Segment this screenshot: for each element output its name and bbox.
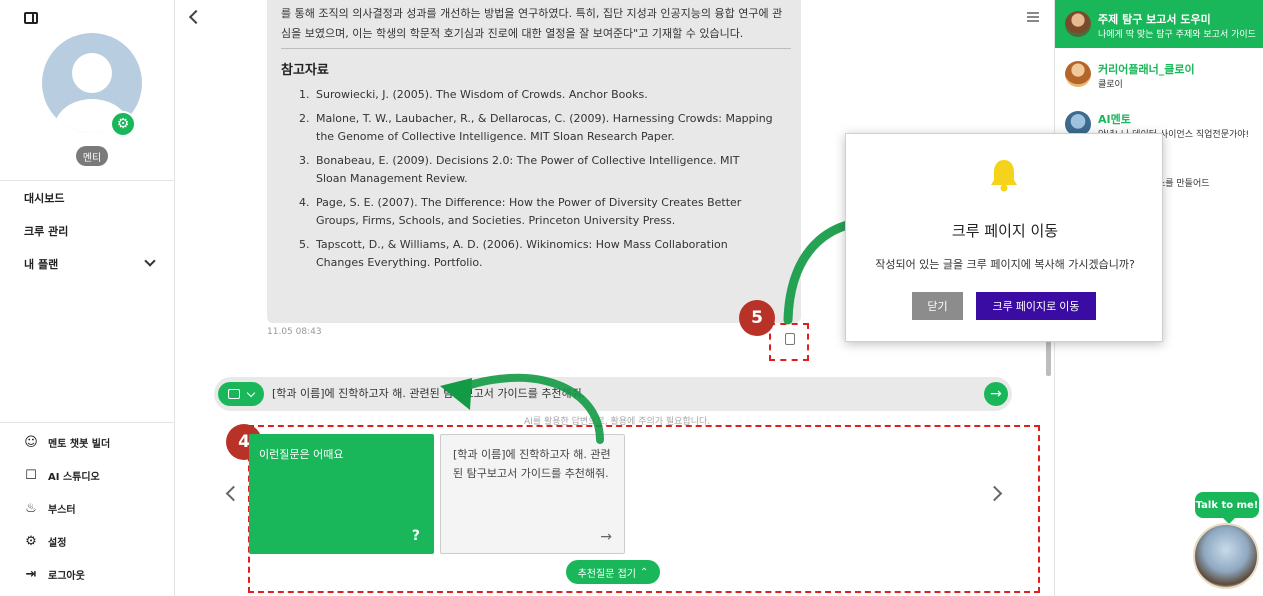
tool-logout[interactable]: ⇥ 로그아웃 [24,567,85,582]
copy-icon[interactable] [785,333,795,345]
divider [281,48,791,49]
sidebar-toggle-icon[interactable] [24,12,38,24]
chatbot-title: 커리어플래너_클로이 [1098,63,1195,76]
question-icon: ? [411,528,420,544]
references-title: 참고자료 [281,63,329,78]
tool-label: AI 스튜디오 [48,472,100,483]
tool-booster[interactable]: ♨ 부스터 [24,501,76,516]
chatbot-title: 주제 탐구 보고서 도우미 [1098,13,1211,26]
step-badge-5: 5 [739,300,775,336]
tool-mentor-chatbot-builder[interactable]: ☺ 멘토 챗봇 빌더 [24,435,110,450]
list-item: 2. Malone, T. W., Laubacher, R., & Dellar… [299,112,773,143]
list-item: 3. Bonabeau, E. (2009). Decisions 2.0: Th… [299,154,740,185]
chatbot-entry[interactable]: 커리어플래너_클로이 클로이 [1055,50,1263,98]
carousel-prev-icon[interactable] [225,485,242,502]
role-badge: 멘티 [76,146,108,166]
chatbot-title: AI멘토 [1098,113,1131,126]
chat-bubble-icon [228,389,240,399]
square-icon: ☐ [25,468,37,483]
arrow-right-icon: → [990,386,1002,402]
mascot-avatar[interactable] [1193,523,1259,589]
logout-icon: ⇥ [25,567,37,582]
tool-label: 부스터 [48,505,76,516]
assistant-message: 학교생활기록부에 위 탐구보고서의 내용을 기재한다면, "학생은 정량적의 핵… [267,0,801,323]
suggestion-text: [학과 이름]에 진학하고자 해. 관련된 탐구보고서 가이드를 추천해줘. [453,448,611,480]
tool-label: 멘토 챗봇 빌더 [48,439,111,450]
dialog-close-button[interactable]: 닫기 [912,292,963,320]
dialog-confirm-button[interactable]: 크루 페이지로 이동 [976,292,1096,320]
back-icon[interactable] [188,9,204,25]
scrollbar[interactable] [1046,340,1051,376]
tool-label: 설정 [48,538,67,549]
chat-input-bar: → [214,377,1012,411]
collapse-suggestions-button[interactable]: 추천질문 접기 ⌃ [566,560,660,584]
robot-icon: ☺ [24,435,38,450]
nav-crew-management[interactable]: 크루 관리 [24,223,68,239]
list-item: 4. Page, S. E. (2007). The Difference: Ho… [299,196,742,227]
nav-my-plan[interactable]: 내 플랜 [24,256,58,272]
nav-dashboard[interactable]: 대시보드 [24,190,64,206]
divider [0,422,175,423]
tool-settings[interactable]: ⚙ 설정 [24,534,66,549]
message-text: 학교생활기록부에 위 탐구보고서의 내용을 기재한다면, "학생은 정량적의 핵… [281,7,783,40]
gear-icon: ⚙ [25,534,37,549]
chevron-down-icon[interactable] [144,255,156,267]
menu-icon[interactable] [1027,12,1039,22]
tool-label: 로그아웃 [48,571,85,582]
message-timestamp: 11.05 08:43 [267,327,322,337]
chevron-down-icon [246,388,256,397]
chatbot-avatar [1065,11,1091,37]
collapse-label: 추천질문 접기 [577,568,636,580]
chat-input[interactable] [272,386,962,399]
bell-icon [991,160,1017,192]
list-item: 1. Surowiecki, J. (2005). The Wisdom of C… [299,88,648,101]
fire-icon: ♨ [25,501,37,516]
chatbot-avatar [1065,61,1091,87]
profile-settings-gear-icon[interactable]: ⚙ [110,111,136,137]
left-sidebar: ⚙ 멘티 대시보드 크루 관리 내 플랜 ☺ 멘토 챗봇 빌더 ☐ AI 스튜디… [0,0,175,596]
chatbot-subtitle: 나에게 딱 맞는 탐구 주제와 보고서 가이드 [1098,30,1256,40]
dialog-message: 작성되어 있는 글을 크루 페이지에 복사해 가시겠습니까? [875,258,1135,271]
chatbot-subtitle: 클로이 [1098,80,1123,90]
send-button[interactable]: → [984,382,1008,406]
chevron-up-icon: ⌃ [640,566,649,578]
references-list: 1. Surowiecki, J. (2005). The Wisdom of C… [281,86,787,272]
list-item: 5. Tapscott, D., & Williams, A. D. (2006)… [299,238,728,269]
arrow-right-icon: → [600,529,612,545]
suggestion-card[interactable]: [학과 이름]에 진학하고자 해. 관련된 탐구보고서 가이드를 추천해줘. → [440,434,625,554]
crew-move-dialog: 크루 페이지 이동 작성되어 있는 글을 크루 페이지에 복사해 가시겠습니까?… [845,133,1163,342]
tool-ai-studio[interactable]: ☐ AI 스튜디오 [24,468,100,483]
talk-to-me-bubble[interactable]: Talk to me! [1195,492,1259,524]
chatbot-entry-active[interactable]: 주제 탐구 보고서 도우미 나에게 딱 맞는 탐구 주제와 보고서 가이드 [1055,0,1263,48]
suggestion-card-header: 이런질문은 어때요 ? [249,434,434,554]
chat-mode-selector[interactable] [218,382,264,406]
divider [0,180,175,181]
suggestion-header-label: 이런질문은 어때요 [259,448,344,461]
dialog-title: 크루 페이지 이동 [951,222,1059,240]
